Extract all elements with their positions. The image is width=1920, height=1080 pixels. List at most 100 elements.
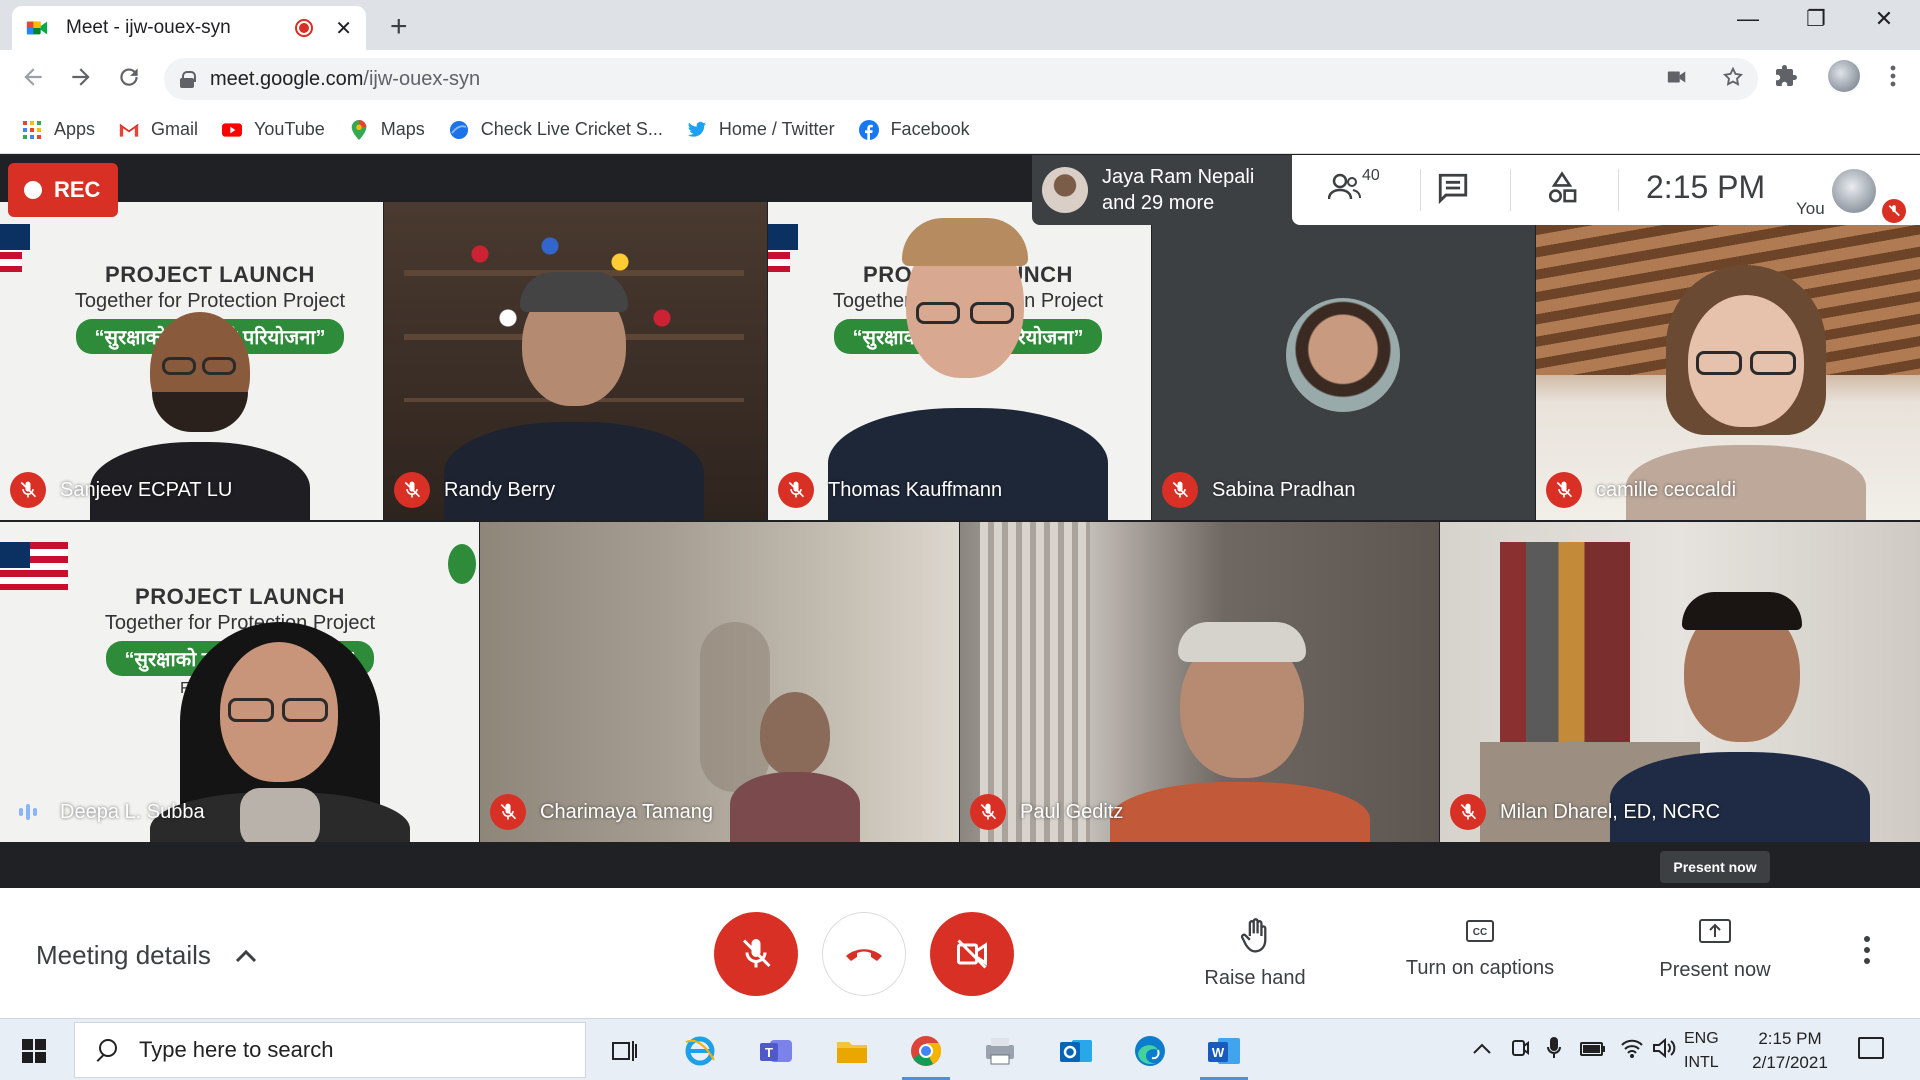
chat-button[interactable] — [1436, 171, 1470, 210]
browser-nav-bar: meet.google.com/ijw-ouex-syn — [0, 50, 1920, 106]
browser-menu-icon[interactable] — [1890, 65, 1896, 87]
participant-name-label: Randy Berry — [444, 478, 556, 501]
wifi-icon[interactable] — [1620, 1037, 1644, 1059]
participant-tile[interactable]: PROJECT LAUNCH Together for Protection P… — [768, 202, 1151, 520]
join-notification[interactable]: Jaya Ram Nepali and 29 more — [1032, 155, 1292, 225]
participant-avatar — [1286, 298, 1400, 412]
tray-chevron-up-icon[interactable] — [1472, 1041, 1492, 1055]
bookmark-facebook[interactable]: Facebook — [858, 119, 970, 140]
google-meet-favicon-icon — [26, 21, 48, 35]
edge-icon[interactable] — [1122, 1027, 1178, 1075]
participant-count: 40 — [1362, 167, 1380, 184]
input-language-indicator[interactable]: ENG INTL — [1684, 1027, 1719, 1075]
windows-start-icon[interactable] — [22, 1039, 46, 1063]
more-options-icon[interactable] — [1864, 936, 1870, 964]
meet-now-icon[interactable] — [1510, 1037, 1530, 1059]
meeting-details-button[interactable]: Meeting details — [36, 940, 257, 971]
facebook-icon — [858, 119, 879, 140]
svg-text:W: W — [1212, 1045, 1225, 1060]
bookmark-apps[interactable]: Apps — [22, 119, 95, 140]
microphone-in-use-icon[interactable] — [1546, 1035, 1562, 1061]
bookmark-twitter[interactable]: Home / Twitter — [687, 119, 835, 140]
participant-name-label: Sanjeev ECPAT LU — [60, 478, 233, 501]
bookmark-label: YouTube — [254, 119, 325, 139]
recording-label: REC — [54, 177, 101, 202]
bookmark-label: Gmail — [151, 119, 199, 139]
participant-name: Sanjeev ECPAT LU — [10, 472, 232, 508]
bookmark-maps[interactable]: Maps — [349, 119, 425, 140]
participant-tile[interactable]: Sabina Pradhan — [1152, 202, 1535, 520]
participant-name: Paul Geditz — [970, 794, 1123, 830]
internet-explorer-icon[interactable] — [672, 1027, 728, 1075]
url-host: meet.google.com — [210, 67, 364, 90]
bookmark-cricket[interactable]: Check Live Cricket S... — [449, 119, 663, 140]
raise-hand-button[interactable]: Raise hand — [1200, 918, 1310, 990]
participant-tile[interactable]: Paul Geditz — [960, 522, 1439, 842]
activities-button[interactable] — [1546, 171, 1578, 210]
word-icon[interactable]: W — [1196, 1027, 1252, 1080]
new-tab-button[interactable]: + — [390, 10, 408, 44]
microphone-toggle-button[interactable] — [714, 912, 798, 996]
volume-icon[interactable] — [1652, 1037, 1676, 1059]
address-bar[interactable]: meet.google.com/ijw-ouex-syn — [164, 58, 1758, 100]
extensions-puzzle-icon[interactable] — [1774, 64, 1798, 88]
participant-name-label: Milan Dharel, ED, NCRC — [1500, 800, 1721, 823]
participant-tile[interactable]: PROJECT LAUNCH Together for Protection P… — [0, 522, 479, 842]
participant-tile[interactable]: Charimaya Tamang — [480, 522, 959, 842]
browser-profile-avatar[interactable] — [1828, 60, 1860, 92]
tab-title: Meet - ijw-ouex-syn — [66, 17, 231, 38]
reload-icon[interactable] — [116, 64, 142, 90]
back-arrow-icon[interactable] — [20, 64, 46, 90]
participant-tile[interactable]: PROJECT LAUNCH Together for Protection P… — [0, 202, 383, 520]
banner-title: PROJECT LAUNCH — [135, 584, 345, 609]
speaking-indicator-icon — [10, 794, 46, 830]
bookmark-label: Maps — [380, 119, 425, 139]
svg-text:T: T — [765, 1045, 773, 1060]
task-view-icon[interactable] — [596, 1027, 652, 1075]
browser-tab-meet[interactable]: Meet - ijw-ouex-syn ✕ — [12, 6, 366, 50]
mic-off-icon — [970, 794, 1006, 830]
camera-in-use-icon[interactable] — [1666, 66, 1688, 88]
microsoft-teams-icon[interactable]: T — [748, 1027, 804, 1075]
mic-off-icon — [10, 472, 46, 508]
apps-grid-icon — [23, 120, 41, 139]
language-code: ENG — [1684, 1030, 1719, 1047]
captions-button[interactable]: CC Turn on captions — [1400, 918, 1560, 980]
notification-center-icon[interactable] — [1858, 1037, 1884, 1059]
activities-shapes-icon — [1548, 171, 1577, 203]
recording-indicator-icon — [295, 19, 314, 37]
tab-close-icon[interactable]: ✕ — [335, 16, 352, 41]
participant-name-label: Charimaya Tamang — [540, 800, 714, 823]
battery-icon[interactable] — [1580, 1041, 1606, 1057]
meeting-top-panel: 40 2:15 PM You — [1292, 155, 1920, 225]
system-clock[interactable]: 2:15 PM 2/17/2021 — [1740, 1027, 1840, 1075]
self-avatar[interactable] — [1832, 169, 1876, 213]
leave-call-button[interactable] — [822, 912, 906, 996]
outlook-icon[interactable] — [1048, 1027, 1104, 1075]
participant-name-label: Paul Geditz — [1020, 800, 1124, 823]
bookmark-gmail[interactable]: Gmail — [119, 119, 198, 140]
maps-pin-icon — [351, 119, 367, 140]
mic-off-icon — [1546, 472, 1582, 508]
restore-window-button[interactable]: ❐ — [1786, 6, 1846, 32]
present-now-button[interactable]: Present now — [1650, 918, 1780, 982]
participant-tile[interactable]: camille ceccaldi — [1536, 225, 1920, 520]
clock-time: 2:15 PM — [1758, 1029, 1822, 1048]
bookmark-star-icon[interactable] — [1722, 66, 1744, 88]
file-explorer-icon[interactable] — [824, 1027, 880, 1075]
close-window-button[interactable]: ✕ — [1854, 6, 1914, 32]
bookmark-label: Check Live Cricket S... — [480, 119, 663, 139]
captions-label: Turn on captions — [1405, 957, 1555, 979]
printer-app-icon[interactable] — [972, 1027, 1028, 1075]
bookmark-label: Apps — [54, 119, 96, 139]
participant-tile[interactable]: Milan Dharel, ED, NCRC — [1440, 522, 1920, 842]
camera-toggle-button[interactable] — [930, 912, 1014, 996]
chrome-icon[interactable] — [898, 1027, 954, 1080]
bookmark-youtube[interactable]: YouTube — [222, 119, 325, 140]
taskbar-search-input[interactable]: Type here to search — [74, 1022, 586, 1078]
participants-button[interactable] — [1327, 171, 1362, 208]
minimize-window-button[interactable]: — — [1718, 6, 1778, 32]
forward-arrow-icon[interactable] — [68, 64, 94, 90]
participant-tile[interactable]: Randy Berry — [384, 202, 767, 520]
self-mic-off-icon — [1882, 199, 1906, 223]
